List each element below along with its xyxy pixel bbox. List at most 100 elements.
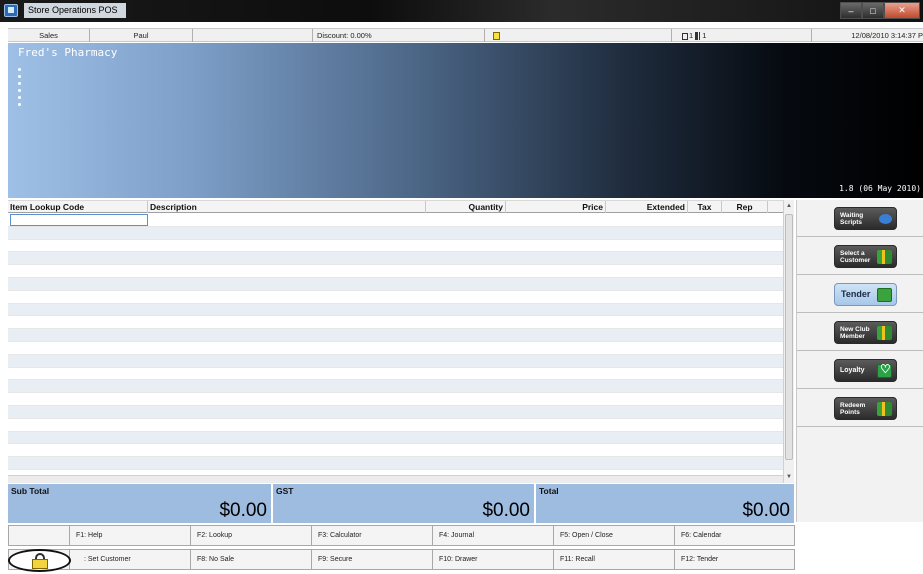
col-price[interactable]: Price bbox=[506, 201, 606, 213]
fkey-f7-set-customer[interactable]: : Set Customer bbox=[69, 549, 191, 570]
side-slot-tender: Tender bbox=[797, 276, 923, 313]
table-row[interactable] bbox=[8, 277, 783, 291]
status-cashier: Paul bbox=[90, 29, 193, 42]
item-grid[interactable]: Item Lookup Code Description Quantity Pr… bbox=[8, 200, 794, 483]
store-banner: Fred's Pharmacy 1.8 (06 May 2010) bbox=[8, 43, 923, 198]
table-row[interactable] bbox=[8, 316, 783, 330]
col-tax[interactable]: Tax bbox=[688, 201, 722, 213]
table-row[interactable] bbox=[8, 419, 783, 432]
total-panel: Total $0.00 bbox=[536, 484, 794, 523]
fkey-f5-open-close[interactable]: F5: Open / Close bbox=[553, 525, 675, 546]
table-row[interactable] bbox=[8, 380, 783, 394]
col-description[interactable]: Description bbox=[148, 201, 426, 213]
gst-value: $0.00 bbox=[482, 500, 530, 521]
heart-icon bbox=[877, 363, 892, 378]
item-lookup-input[interactable] bbox=[10, 214, 148, 226]
table-row[interactable] bbox=[8, 431, 783, 445]
fkey-blank[interactable] bbox=[8, 525, 70, 546]
lock-icon bbox=[32, 553, 48, 569]
table-row[interactable] bbox=[8, 368, 783, 381]
table-row[interactable] bbox=[8, 354, 783, 368]
subtotal-value: $0.00 bbox=[219, 500, 267, 521]
side-slot-new-club-member: New Club Member bbox=[797, 314, 923, 351]
minimize-button[interactable]: – bbox=[840, 2, 862, 19]
fkey-f11-recall[interactable]: F11: Recall bbox=[553, 549, 675, 570]
side-slot-loyalty: Loyalty bbox=[797, 352, 923, 389]
subtotal-panel: Sub Total $0.00 bbox=[8, 484, 273, 523]
waiting-scripts-button[interactable]: Waiting Scripts bbox=[834, 207, 897, 230]
table-row[interactable] bbox=[8, 252, 783, 266]
fkey-f3-calculator[interactable]: F3: Calculator bbox=[311, 525, 433, 546]
gst-panel: GST $0.00 bbox=[273, 484, 536, 523]
col-rep[interactable]: Rep bbox=[722, 201, 768, 213]
status-doc bbox=[485, 29, 672, 42]
select-customer-button[interactable]: Select a Customer bbox=[834, 245, 897, 268]
horizontal-scrollbar[interactable] bbox=[8, 475, 783, 483]
col-extended[interactable]: Extended bbox=[606, 201, 688, 213]
table-row[interactable] bbox=[8, 240, 783, 253]
maximize-button[interactable]: □ bbox=[862, 2, 884, 19]
gst-label: GST bbox=[276, 486, 294, 496]
table-row[interactable] bbox=[8, 265, 783, 278]
grid-header: Item Lookup Code Description Quantity Pr… bbox=[8, 200, 794, 213]
member-icon bbox=[877, 326, 892, 340]
loyalty-button[interactable]: Loyalty bbox=[834, 359, 897, 382]
new-club-member-button[interactable]: New Club Member bbox=[834, 321, 897, 344]
fkey-f8-no-sale[interactable]: F8: No Sale bbox=[190, 549, 312, 570]
close-button[interactable]: ✕ bbox=[884, 2, 920, 19]
subtotal-label: Sub Total bbox=[11, 486, 50, 496]
side-panel: Waiting Scripts Select a Customer Tender… bbox=[796, 200, 923, 522]
lock-button[interactable] bbox=[8, 549, 71, 572]
scroll-down-icon[interactable]: ▼ bbox=[786, 474, 792, 480]
status-discount: Discount: 0.00% bbox=[313, 29, 485, 42]
table-row[interactable] bbox=[8, 457, 783, 470]
banner-dots bbox=[18, 68, 22, 110]
table-row[interactable] bbox=[8, 291, 783, 304]
total-label: Total bbox=[539, 486, 559, 496]
status-mode: Sales bbox=[8, 29, 90, 42]
col-quantity[interactable]: Quantity bbox=[426, 201, 506, 213]
redeem-points-button[interactable]: Redeem Points bbox=[834, 397, 897, 420]
table-row[interactable] bbox=[8, 303, 783, 317]
customer-icon bbox=[877, 250, 892, 264]
table-row[interactable] bbox=[8, 342, 783, 355]
register-number: 1 bbox=[689, 31, 694, 40]
table-row[interactable] bbox=[8, 405, 783, 419]
table-row[interactable] bbox=[8, 329, 783, 342]
col-item-lookup-code[interactable]: Item Lookup Code bbox=[8, 201, 148, 213]
window-controls: – □ ✕ bbox=[840, 2, 920, 19]
fkey-f4-journal[interactable]: F4: Journal bbox=[432, 525, 554, 546]
fkey-f12-tender[interactable]: F12: Tender bbox=[674, 549, 795, 570]
function-keys: F1: Help F2: Lookup F3: Calculator F4: J… bbox=[8, 525, 795, 571]
side-slot-waiting-scripts: Waiting Scripts bbox=[797, 200, 923, 237]
store-name: Fred's Pharmacy bbox=[18, 46, 118, 59]
title-bar: Store Operations POS – □ ✕ bbox=[0, 0, 923, 22]
totals-bar: Sub Total $0.00 GST $0.00 Total $0.00 bbox=[8, 484, 794, 523]
drawer-icon bbox=[695, 32, 701, 41]
drawer-number: 1 bbox=[702, 31, 707, 40]
tender-button[interactable]: Tender bbox=[834, 283, 897, 306]
table-row[interactable] bbox=[8, 444, 783, 458]
fkey-f10-drawer[interactable]: F10: Drawer bbox=[432, 549, 554, 570]
register-icon bbox=[682, 32, 688, 40]
version-label: 1.8 (06 May 2010) bbox=[839, 184, 921, 193]
table-row[interactable] bbox=[8, 393, 783, 406]
fkey-f9-secure[interactable]: F9: Secure bbox=[311, 549, 433, 570]
fkey-f6-calendar[interactable]: F6: Calendar bbox=[674, 525, 795, 546]
grid-rows bbox=[8, 214, 783, 475]
vertical-scrollbar[interactable]: ▲ ▼ bbox=[783, 200, 794, 483]
cash-icon bbox=[877, 288, 892, 302]
fkey-f2-lookup[interactable]: F2: Lookup bbox=[190, 525, 312, 546]
status-blank bbox=[193, 29, 313, 42]
scroll-thumb[interactable] bbox=[785, 214, 793, 460]
side-slot-redeem-points: Redeem Points bbox=[797, 390, 923, 427]
fkey-f1-help[interactable]: F1: Help bbox=[69, 525, 191, 546]
scroll-up-icon[interactable]: ▲ bbox=[786, 203, 792, 209]
table-row[interactable] bbox=[8, 226, 783, 240]
status-register: 1 1 bbox=[672, 29, 812, 42]
status-bar: Sales Paul Discount: 0.00% 1 1 12/08/201… bbox=[8, 28, 923, 42]
window-title: Store Operations POS bbox=[24, 3, 126, 18]
side-slot-select-customer: Select a Customer bbox=[797, 238, 923, 275]
app-icon bbox=[4, 4, 18, 17]
total-value: $0.00 bbox=[742, 500, 790, 521]
